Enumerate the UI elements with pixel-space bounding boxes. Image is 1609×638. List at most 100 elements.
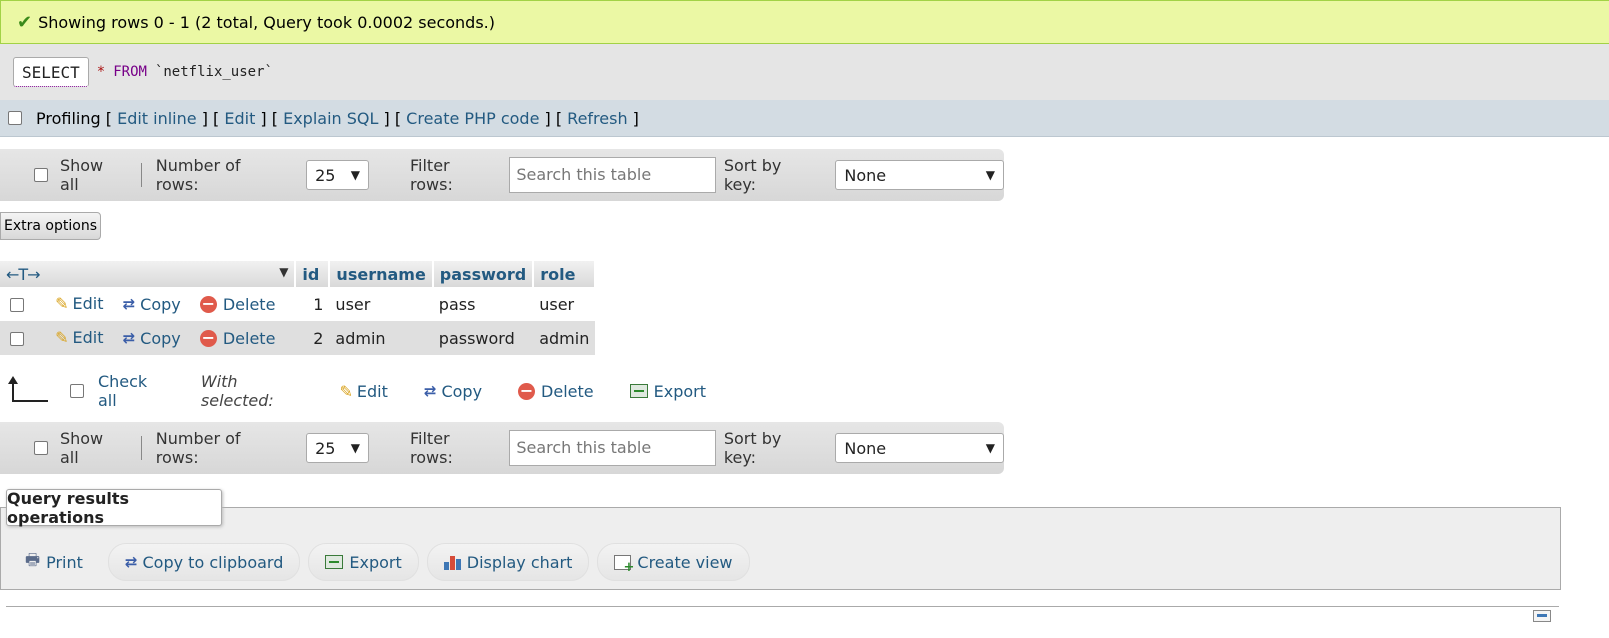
delete-icon: − <box>199 328 217 347</box>
column-header-password[interactable]: password <box>432 261 535 287</box>
bottom-navigation-panel: Show all Number of rows: 25 ▼ Filter row… <box>0 422 1004 474</box>
rows-label: Number of rows: <box>155 156 241 194</box>
arrow-up-left-icon <box>8 376 48 402</box>
chart-icon <box>443 554 461 570</box>
show-all-label: Show all <box>59 429 104 467</box>
row-checkbox[interactable] <box>10 331 24 346</box>
filter-rows-label: Filter rows: <box>410 156 453 194</box>
table-header-actions: ←T→ ▼ <box>0 261 297 287</box>
chevron-down-icon: ▼ <box>350 168 360 182</box>
query-operations-buttons: 🖶 Print ⇄ Copy to clipboard Export Displ… <box>14 543 750 581</box>
pencil-icon: ✎ <box>55 294 69 313</box>
row-copy-button[interactable]: ⇄ Copy <box>123 329 181 348</box>
selected-edit-button[interactable]: ✎ Edit <box>339 382 387 401</box>
profiling-checkbox[interactable] <box>8 111 22 125</box>
rows-select[interactable]: 25 ▼ <box>306 160 369 190</box>
sql-query-box: SELECT * FROM `netflix_user` <box>0 44 1609 100</box>
row-copy-button[interactable]: ⇄ Copy <box>123 295 181 314</box>
sql-star: * <box>96 64 106 80</box>
delete-icon: − <box>199 294 217 313</box>
profiling-bar: Profiling [ Edit inline ] [ Edit ] [ Exp… <box>0 100 1609 137</box>
create-view-button[interactable]: Create view <box>597 543 750 581</box>
profiling-label: Profiling <box>36 108 101 128</box>
selected-export-button[interactable]: Export <box>629 382 706 401</box>
edit-link[interactable]: Edit <box>224 109 255 128</box>
column-header-id[interactable]: id <box>295 261 331 287</box>
copy-to-clipboard-button[interactable]: ⇄ Copy to clipboard <box>107 543 301 581</box>
row-actions: ✎ Edit ⇄ Copy − Delete <box>0 287 296 321</box>
sort-key-value: None <box>844 165 887 185</box>
print-icon: 🖶 <box>25 549 41 569</box>
check-icon: ✔ <box>17 11 33 33</box>
column-arrows-icon[interactable]: ←T→ <box>6 265 41 284</box>
with-selected-label: With selected: <box>200 372 274 410</box>
sort-key-select[interactable]: None ▼ <box>835 433 1004 463</box>
separator <box>140 163 142 187</box>
sql-table-name: `netflix_user` <box>154 64 273 80</box>
copy-icon: ⇄ <box>124 553 138 571</box>
export-icon <box>325 555 344 569</box>
query-results-operations-legend: Query results operations <box>6 489 222 527</box>
chevron-down-icon[interactable]: ▼ <box>279 265 288 279</box>
rows-select[interactable]: 25 ▼ <box>306 433 369 463</box>
row-actions: ✎ Edit ⇄ Copy − Delete <box>0 321 296 355</box>
sql-from-keyword: FROM <box>113 64 147 80</box>
column-header-username[interactable]: username <box>329 261 434 287</box>
pencil-icon: ✎ <box>55 328 69 347</box>
show-all-label: Show all <box>59 156 104 194</box>
cell-username: user <box>329 287 433 321</box>
table-row: ✎ Edit ⇄ Copy − Delete 2 admin password adm… <box>0 321 596 355</box>
cell-username: admin <box>329 321 433 355</box>
delete-icon: − <box>518 380 536 400</box>
row-checkbox[interactable] <box>10 297 24 312</box>
export-button[interactable]: Export <box>308 543 419 581</box>
check-all-checkbox[interactable] <box>69 384 84 398</box>
chevron-down-icon: ▼ <box>985 168 995 182</box>
create-view-icon <box>614 554 634 575</box>
show-all-checkbox[interactable] <box>34 441 48 455</box>
filter-rows-label: Filter rows: <box>410 429 453 467</box>
success-message-text: Showing rows 0 - 1 (2 total, Query took … <box>38 12 495 32</box>
chevron-down-icon: ▼ <box>985 441 995 455</box>
selected-delete-button[interactable]: − Delete <box>518 382 594 401</box>
copy-icon: ⇄ <box>423 382 437 400</box>
export-icon <box>629 384 648 398</box>
row-delete-button[interactable]: − Delete <box>199 294 275 314</box>
cell-password: password <box>432 321 534 355</box>
rows-select-value: 25 <box>315 438 336 458</box>
copy-icon: ⇄ <box>122 329 136 347</box>
top-navigation-panel: Show all Number of rows: 25 ▼ Filter row… <box>0 149 1004 201</box>
row-edit-button[interactable]: ✎ Edit <box>55 328 103 347</box>
extra-options-button[interactable]: Extra options <box>0 212 101 240</box>
refresh-link[interactable]: Refresh <box>567 109 627 128</box>
chevron-down-icon: ▼ <box>350 441 360 455</box>
sort-key-select[interactable]: None ▼ <box>835 160 1004 190</box>
rows-label: Number of rows: <box>155 429 241 467</box>
copy-icon: ⇄ <box>122 295 136 313</box>
edit-inline-link[interactable]: Edit inline <box>117 109 197 128</box>
display-chart-button[interactable]: Display chart <box>426 543 590 581</box>
check-all-link[interactable]: Check all <box>98 372 171 410</box>
cell-role: user <box>533 287 596 321</box>
filter-rows-input[interactable]: Search this table <box>509 430 716 466</box>
explain-sql-link[interactable]: Explain SQL <box>283 109 378 128</box>
row-edit-button[interactable]: ✎ Edit <box>55 294 103 313</box>
row-delete-button[interactable]: − Delete <box>199 328 275 348</box>
sort-key-label: Sort by key: <box>723 429 782 467</box>
cell-role: admin <box>533 321 596 355</box>
pencil-icon: ✎ <box>339 381 353 401</box>
column-header-role[interactable]: role <box>533 261 597 287</box>
bottom-divider <box>6 606 1559 607</box>
selected-copy-button[interactable]: ⇄ Copy <box>424 382 482 401</box>
create-php-code-link[interactable]: Create PHP code <box>406 109 539 128</box>
sort-key-label: Sort by key: <box>723 156 782 194</box>
show-all-checkbox[interactable] <box>34 168 48 182</box>
cell-id: 1 <box>295 287 330 321</box>
sort-key-value: None <box>844 438 887 458</box>
filter-rows-input[interactable]: Search this table <box>509 157 716 193</box>
cell-id: 2 <box>295 321 330 355</box>
console-toggle-icon[interactable] <box>1533 610 1551 622</box>
print-button[interactable]: 🖶 Print <box>14 543 100 581</box>
sql-select-keyword[interactable]: SELECT <box>13 57 89 87</box>
table-row: ✎ Edit ⇄ Copy − Delete 1 user pass user <box>0 287 596 321</box>
